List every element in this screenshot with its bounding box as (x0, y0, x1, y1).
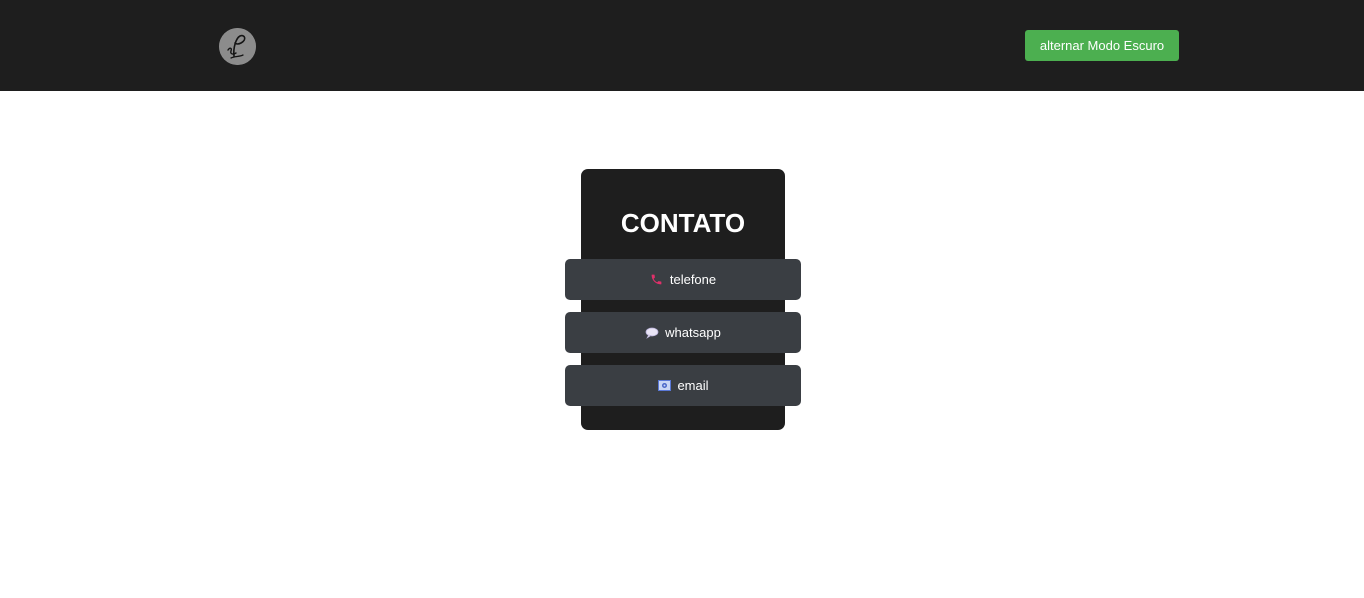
top-header: alternar Modo Escuro (0, 0, 1364, 91)
toggle-dark-mode-button[interactable]: alternar Modo Escuro (1025, 30, 1179, 61)
phone-label: telefone (669, 272, 717, 287)
speech-bubble-icon (645, 326, 659, 340)
signature-logo-icon[interactable] (219, 28, 256, 65)
envelope-icon (657, 379, 671, 393)
email-contact-button[interactable]: email (565, 365, 801, 406)
contact-title: CONTATO (620, 208, 746, 238)
email-label: email (677, 378, 709, 393)
phone-contact-button[interactable]: telefone (565, 259, 801, 300)
whatsapp-contact-button[interactable]: whatsapp (565, 312, 801, 353)
phone-icon (650, 273, 664, 287)
whatsapp-label: whatsapp (665, 325, 721, 340)
